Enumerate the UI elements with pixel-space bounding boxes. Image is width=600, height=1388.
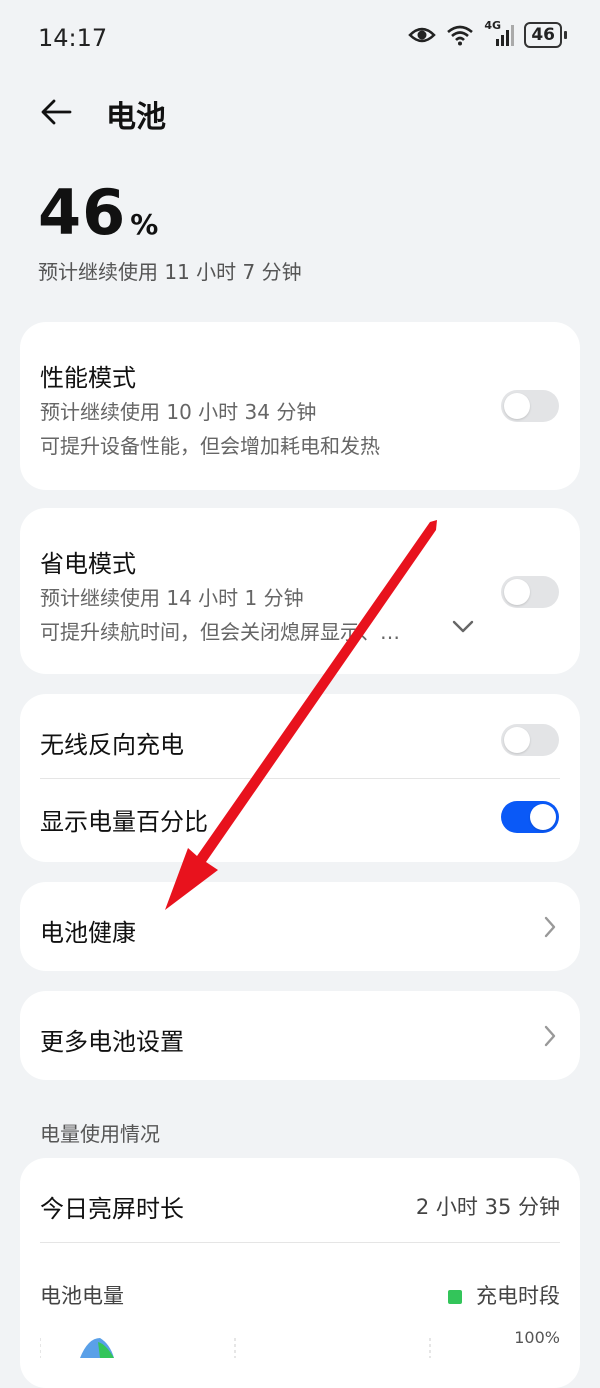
annotation-arrow [165, 520, 437, 910]
